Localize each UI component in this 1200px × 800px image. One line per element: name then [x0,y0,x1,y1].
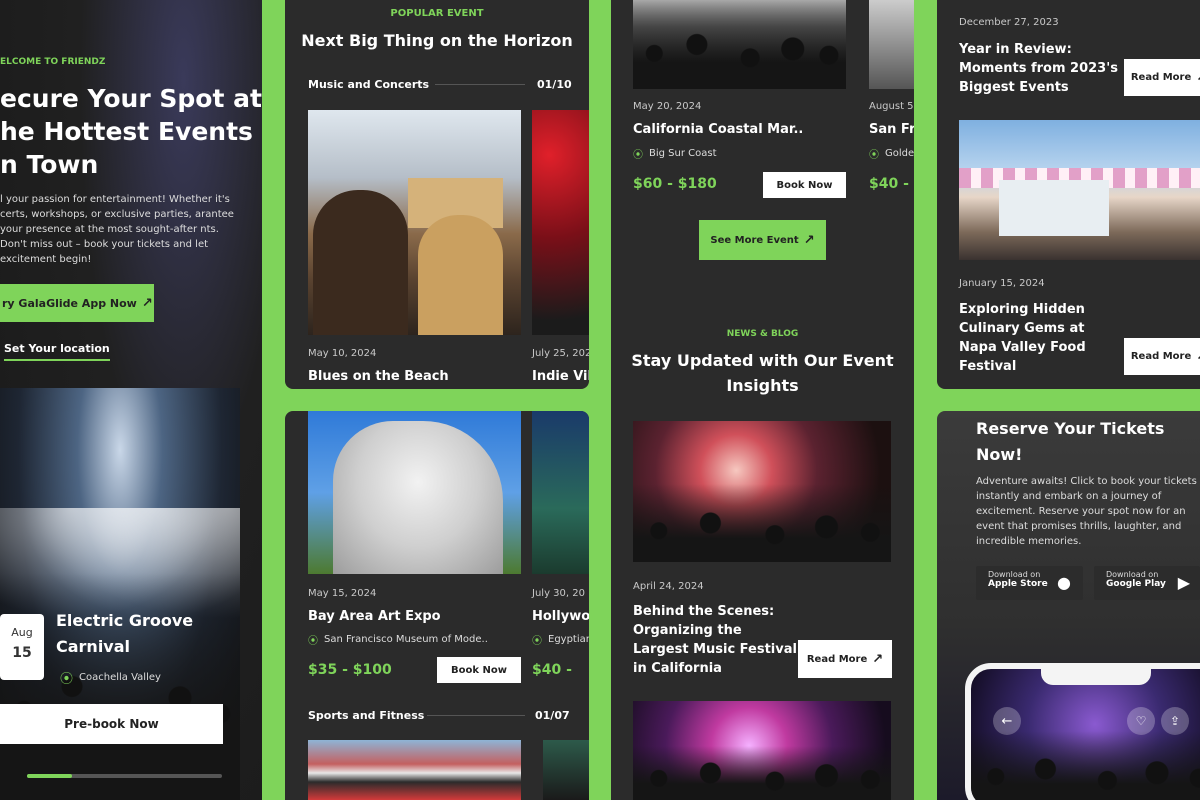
post-title[interactable]: Behind the Scenes: Organizing the Larges… [633,602,797,678]
reserve-title: Reserve Your Tickets Now! [976,419,1165,464]
card-price: $40 - [532,662,572,678]
hero-eyebrow: ELCOME TO FRIENDZ [0,57,106,67]
blog-photo[interactable] [959,120,1200,260]
card-date: May 20, 2024 [633,101,702,112]
google-play-button[interactable]: Download on Google Play ▶ [1094,566,1200,600]
read-more-button[interactable]: Read More↗ [798,640,892,678]
location-pin-icon: ⦿ [308,636,318,647]
card-title[interactable]: California Coastal Mar.. [633,122,803,137]
card-title[interactable]: Indie Vib [532,369,589,384]
hero-body: l your passion for entertainment! Whethe… [0,194,234,265]
popular-event-panel: POPULAR EVENT Next Big Thing on the Hori… [285,0,589,389]
hero-panel: ELCOME TO FRIENDZ ecure Your Spot at he … [0,0,262,800]
arrow-up-right-icon: ↗ [872,651,884,667]
play-icon: ▶ [1177,573,1190,592]
arrow-up-right-icon: ↗ [141,295,153,311]
reserve-panel: Reserve Your Tickets Now! Adventure awai… [937,411,1200,800]
category-label: Music and Concerts [308,78,430,91]
post-title[interactable]: Year in Review: Moments from 2023's Bigg… [959,40,1118,97]
card-date: May 10, 2024 [308,348,377,359]
blog-photo[interactable] [633,421,891,562]
card-location: San Francisco Museum of Mode.. [324,634,488,645]
book-now-button[interactable]: Book Now [763,172,846,198]
set-location-link[interactable]: Set Your location [4,342,110,361]
date-badge: Aug 15 [0,614,44,680]
apple-store-button[interactable]: Download on Apple Store ● [976,566,1083,600]
card-location: Big Sur Coast [649,148,717,159]
feature-title: Electric Groove Carnival [56,611,194,656]
card-date: May 15, 2024 [308,588,377,599]
card-location: Egyptian [548,634,589,645]
divider [427,715,525,716]
try-app-button[interactable]: ry GalaGlide App Now ↗ [0,284,154,322]
card-title[interactable]: Blues on the Beach [308,369,449,384]
prebook-button[interactable]: Pre-book Now [0,704,223,744]
card-title[interactable]: Hollywoo [532,609,589,624]
news-panel: May 20, 2024 California Coastal Mar.. ⦿ … [611,0,914,800]
apple-icon: ● [1057,573,1071,592]
see-more-button[interactable]: See More Event ↗ [699,220,826,260]
card-price: $60 - $180 [633,176,717,192]
popular-title: Next Big Thing on the Horizon [301,31,573,50]
arrow-up-right-icon: ↗ [803,232,815,248]
location-pin-icon: ⦿ [869,150,879,161]
event-photo[interactable] [308,110,521,335]
post-date: April 24, 2024 [633,581,704,592]
event-photo[interactable] [308,411,521,574]
page-counter: 01/10 [537,78,572,91]
card-location: Golde [885,148,914,159]
card-date: July 25, 202 [532,348,589,359]
phone-mockup: ← ♡ ⇪ [965,663,1200,800]
card-title[interactable]: Bay Area Art Expo [308,609,441,624]
read-more-button[interactable]: Read More↗ [1124,59,1200,96]
event-photo[interactable] [543,740,589,800]
card-price: $40 - [869,176,909,192]
divider [435,84,525,85]
expo-panel: May 15, 2024 Bay Area Art Expo ⦿ San Fra… [285,411,589,800]
reserve-body: Adventure awaits! Click to book your tic… [976,476,1197,547]
event-photo[interactable] [869,0,914,89]
post-date: January 15, 2024 [959,278,1045,289]
event-photo[interactable] [308,740,521,800]
post-date: December 27, 2023 [959,17,1059,28]
book-now-button[interactable]: Book Now [437,657,521,683]
feature-location: Coachella Valley [79,672,161,683]
carousel-progress [27,774,222,778]
featured-event-card[interactable]: Aug 15 Electric Groove Carnival ⦿ Coache… [0,388,240,800]
event-photo[interactable] [532,411,589,574]
card-date: August 5 [869,101,914,112]
popular-eyebrow: POPULAR EVENT [390,8,484,19]
news-title: Stay Updated with Our Event Insights [631,351,894,395]
event-photo[interactable] [532,110,589,335]
blog-panel: December 27, 2023 Year in Review: Moment… [937,0,1200,389]
location-pin-icon: ⦿ [60,672,74,687]
arrow-up-right-icon: ↗ [1196,70,1200,85]
post-title[interactable]: Exploring Hidden Culinary Gems at Napa V… [959,300,1086,376]
location-pin-icon: ⦿ [532,636,542,647]
event-photo[interactable] [633,0,846,89]
card-price: $35 - $100 [308,662,392,678]
card-title[interactable]: San Fra [869,122,914,137]
card-date: July 30, 20 [532,588,585,599]
page-counter: 01/07 [535,709,570,722]
news-eyebrow: NEWS & BLOG [726,329,799,339]
category-label: Sports and Fitness [308,709,425,722]
blog-photo[interactable] [633,701,891,800]
read-more-button[interactable]: Read More↗ [1124,338,1200,375]
location-pin-icon: ⦿ [633,150,643,161]
arrow-up-right-icon: ↗ [1196,349,1200,364]
hero-heading: ecure Your Spot at he Hottest Events n T… [0,84,262,179]
statue [333,421,503,574]
